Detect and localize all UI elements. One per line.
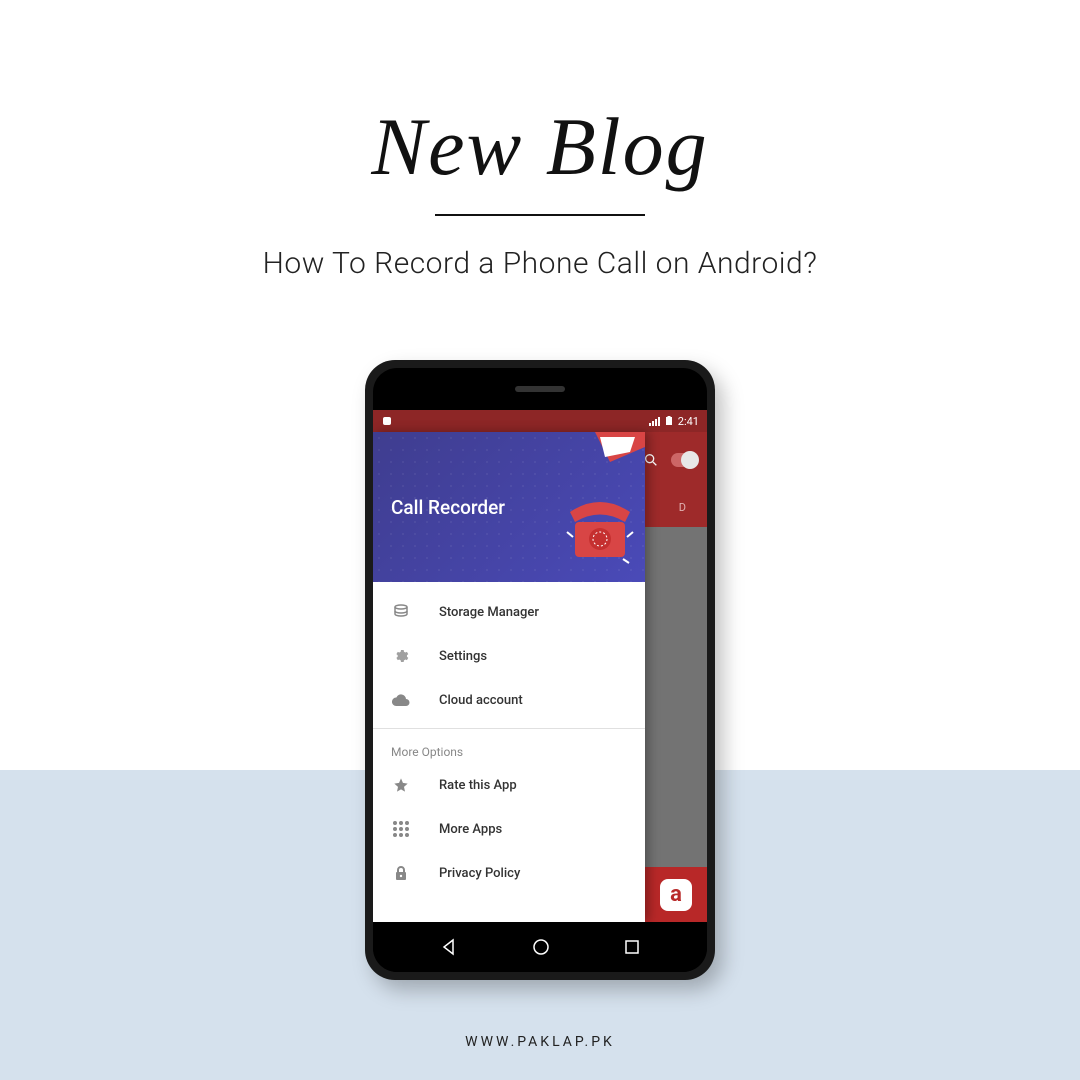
drawer-item-rate[interactable]: Rate this App	[373, 763, 645, 807]
drawer-item-label: Cloud account	[439, 693, 523, 708]
hand-illustration-icon	[555, 432, 645, 482]
battery-icon	[664, 416, 674, 426]
nav-back-icon[interactable]	[440, 938, 458, 956]
ad-logo-icon: a	[660, 879, 692, 911]
footer-url: WWW.PAKLAP.PK	[465, 1034, 615, 1050]
drawer-title: Call Recorder	[391, 496, 505, 519]
drawer-item-settings[interactable]: Settings	[373, 634, 645, 678]
drawer-item-label: Rate this App	[439, 778, 517, 793]
drawer-item-cloud[interactable]: Cloud account	[373, 678, 645, 722]
storage-icon	[391, 604, 411, 620]
nav-home-icon[interactable]	[532, 938, 550, 956]
tab-partial[interactable]: D	[679, 501, 687, 514]
status-time: 2:41	[678, 415, 699, 428]
notification-dot-icon	[383, 417, 391, 425]
android-nav-bar	[373, 922, 707, 972]
drawer-item-label: More Apps	[439, 822, 502, 837]
apps-grid-icon	[391, 821, 411, 837]
drawer-divider	[373, 728, 645, 729]
android-status-bar: 2:41	[373, 410, 707, 432]
nav-recents-icon[interactable]	[624, 939, 640, 955]
ad-banner[interactable]: a	[645, 867, 707, 922]
cloud-icon	[391, 693, 411, 707]
star-icon	[391, 777, 411, 793]
navigation-drawer: Call Recorder Storage Manager Settings	[373, 432, 645, 922]
drawer-item-more-apps[interactable]: More Apps	[373, 807, 645, 851]
drawer-item-storage[interactable]: Storage Manager	[373, 590, 645, 634]
phone-speaker-area	[373, 368, 707, 410]
phone-mockup: 2:41 D a	[365, 360, 715, 980]
record-toggle[interactable]	[671, 453, 697, 467]
title-divider	[435, 214, 645, 216]
drawer-item-label: Privacy Policy	[439, 866, 520, 881]
signal-icon	[649, 417, 660, 426]
search-icon[interactable]	[643, 452, 659, 468]
telephone-illustration-icon	[565, 487, 635, 567]
drawer-header: Call Recorder	[373, 432, 645, 582]
page-subtitle: How To Record a Phone Call on Android?	[263, 246, 818, 281]
page-script-title: New Blog	[371, 100, 708, 194]
drawer-item-label: Storage Manager	[439, 605, 539, 620]
drawer-item-privacy[interactable]: Privacy Policy	[373, 851, 645, 895]
drawer-section-header: More Options	[373, 735, 645, 763]
drawer-item-label: Settings	[439, 649, 487, 664]
gear-icon	[391, 648, 411, 664]
lock-icon	[391, 865, 411, 881]
